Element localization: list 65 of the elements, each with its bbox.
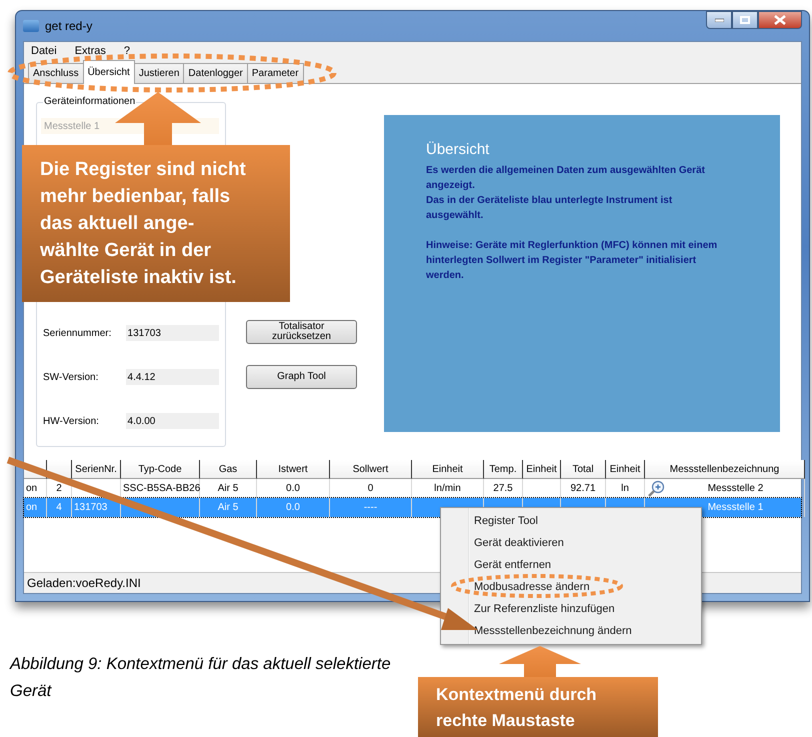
- zoom-icon[interactable]: [647, 480, 665, 497]
- column-header[interactable]: Gas: [200, 460, 257, 479]
- table-cell: ln/min: [434, 483, 461, 494]
- column-header[interactable]: Total: [561, 460, 606, 479]
- table-cell: ----: [364, 502, 378, 513]
- maximize-button[interactable]: [732, 11, 758, 29]
- field-label: SW-Version:: [42, 372, 100, 382]
- table-cell: on: [26, 483, 38, 494]
- table-cell: 27.5: [493, 483, 513, 494]
- column-header[interactable]: Temp.: [484, 460, 523, 479]
- figure-caption: Abbildung 9: Kontextmenü für das aktuell selektierte Gerät: [10, 654, 392, 702]
- menu-item[interactable]: Zur Referenzliste hinzufügen: [441, 598, 701, 620]
- callout-text: Die Register sind nicht mehr bedienbar, falls das aktuell ange- wählte Gerät in der Geräteliste inaktiv ist.: [22, 145, 290, 302]
- value-field: 4.4.12: [126, 369, 219, 385]
- table-cell: Air 5: [218, 502, 238, 513]
- table-cell: 4: [56, 502, 62, 513]
- menu-item[interactable]: Gerät deaktivieren: [441, 532, 701, 554]
- info-text: Es werden die allgemeinen Daten zum ausgewählten Gerät angezeigt.: [426, 164, 706, 193]
- info-text: Das in der Geräteliste blau unterlegte Instrument ist ausgewählt.: [426, 194, 674, 223]
- column-header[interactable]: Istwert: [257, 460, 330, 479]
- panel-title: Übersicht: [426, 141, 490, 158]
- table-cell: 0: [368, 483, 374, 494]
- table-cell: 131703: [74, 502, 108, 513]
- maximize-icon: [740, 16, 750, 24]
- minimize-button[interactable]: [706, 11, 732, 29]
- app-icon: [23, 20, 39, 32]
- info-text: Hinweise: Geräte mit Reglerfunktion (MFC) können mit einem hinterlegten Sollwert im Register "Parameter" initialisiert werden.: [426, 239, 718, 283]
- group-title: Geräteinformationen: [43, 96, 136, 107]
- minimize-icon: [714, 18, 724, 22]
- table-cell: Air 5: [218, 483, 238, 494]
- menu-item[interactable]: ?: [124, 44, 130, 56]
- column-header[interactable]: SerienNr.: [72, 460, 121, 479]
- tab[interactable]: Parameter: [246, 63, 304, 83]
- close-icon: [774, 15, 786, 25]
- column-header[interactable]: Messstellenbezeichnung: [645, 460, 805, 479]
- menu-item[interactable]: Datei: [31, 44, 57, 56]
- tab[interactable]: Anschluss: [28, 63, 84, 83]
- action-button[interactable]: Totalisator zurücksetzen: [246, 320, 357, 344]
- table-cell: 0.0: [286, 483, 300, 494]
- window-title: get red-y: [45, 19, 92, 33]
- action-button[interactable]: Graph Tool: [246, 365, 357, 389]
- column-header[interactable]: Typ-Code: [121, 460, 200, 479]
- table-cell: 92.71: [570, 483, 596, 494]
- table-cell: 2: [56, 483, 62, 494]
- field-label: HW-Version:: [42, 416, 100, 426]
- table-cell: on: [26, 502, 38, 513]
- close-button[interactable]: [758, 11, 802, 29]
- tab[interactable]: Justieren: [134, 63, 184, 83]
- field-label: Seriennummer:: [42, 328, 112, 338]
- table-cell: ln: [621, 483, 629, 494]
- table-cell: 0.0: [286, 502, 300, 513]
- column-header[interactable]: Sollwert: [330, 460, 412, 479]
- tab[interactable]: Übersicht: [82, 60, 135, 84]
- column-header[interactable]: Einheit: [523, 460, 561, 479]
- table-cell: Messstelle 1: [708, 502, 764, 513]
- value-field: 131703: [126, 325, 219, 341]
- callout-text: Kontextmenü durch rechte Maustaste: [418, 677, 658, 737]
- tab[interactable]: Datenlogger: [183, 63, 248, 83]
- menu-item[interactable]: Extras: [74, 44, 106, 56]
- table-cell: Messstelle 2: [708, 483, 764, 494]
- column-header[interactable]: Einheit: [606, 460, 645, 479]
- value-field: 4.0.00: [126, 413, 219, 429]
- column-header[interactable]: Einheit: [412, 460, 484, 479]
- menu-item[interactable]: Messstellenbezeichnung ändern: [441, 620, 701, 642]
- table-cell: SSC-B5SA-BB26: [123, 483, 200, 494]
